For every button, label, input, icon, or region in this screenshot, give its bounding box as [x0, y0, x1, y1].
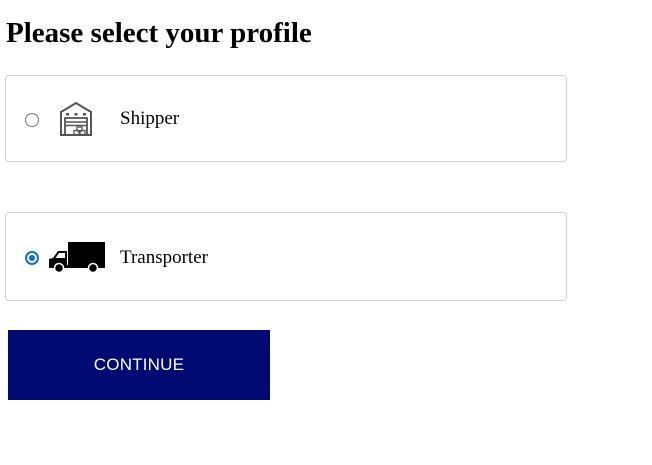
continue-button[interactable]: CONTINUE [8, 330, 270, 400]
profile-option-transporter[interactable]: Transporter [5, 212, 567, 301]
page-title: Please select your profile [6, 17, 312, 49]
profile-option-shipper[interactable]: Shipper [5, 75, 567, 162]
shipper-label: Shipper [120, 108, 180, 129]
transporter-radio-button[interactable] [25, 251, 39, 265]
warehouse-icon [60, 101, 92, 136]
truck-icon [49, 242, 105, 273]
transporter-label: Transporter [120, 247, 208, 268]
shipper-radio-button[interactable] [25, 113, 39, 127]
